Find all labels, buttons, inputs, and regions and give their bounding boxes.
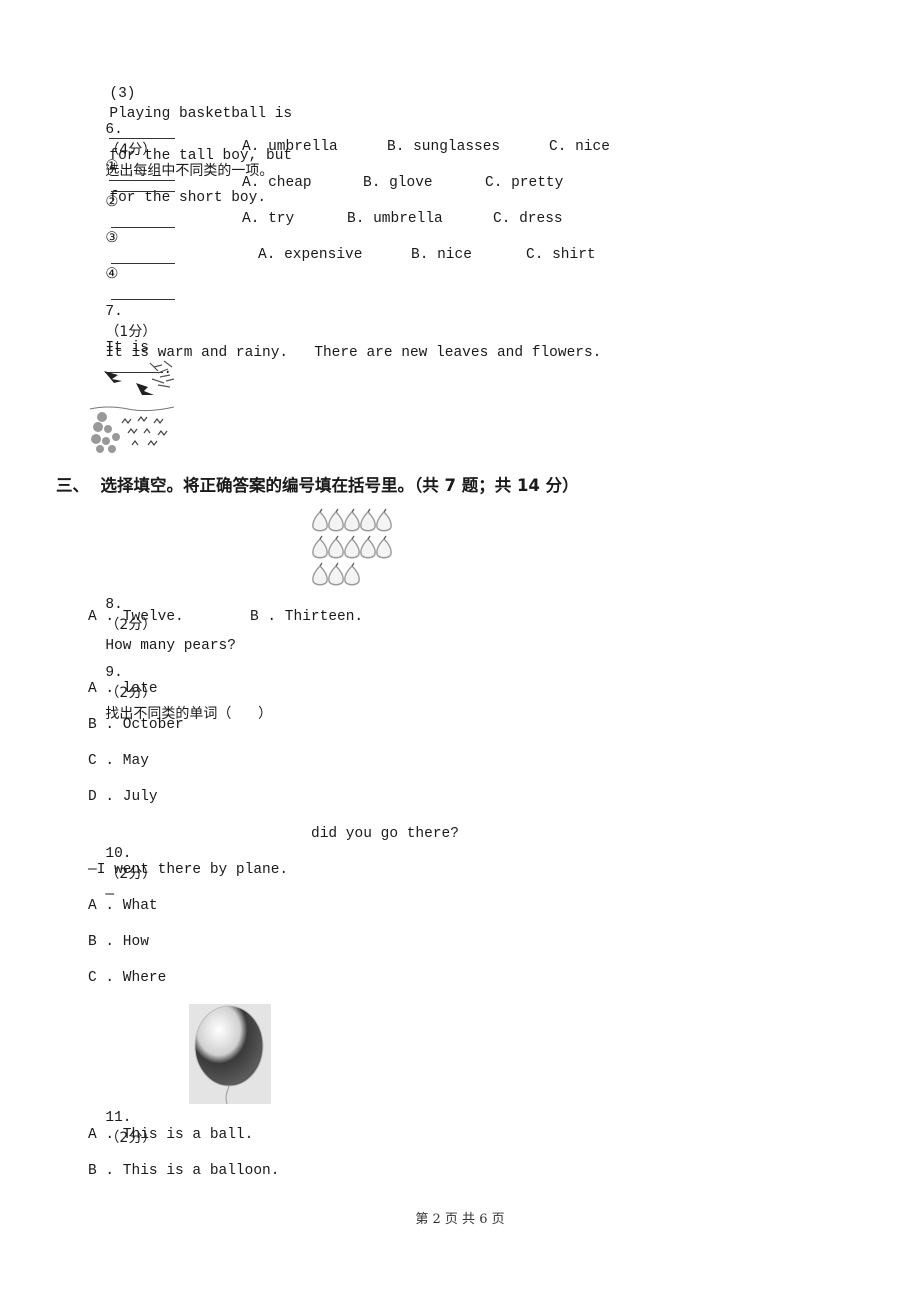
pear-icon (344, 562, 360, 586)
option-b[interactable]: B . October (88, 715, 184, 735)
pear-icon (344, 535, 360, 559)
option-a[interactable]: A . Twelve. (88, 607, 184, 627)
section-3-title: 三、 选择填空。将正确答案的编号填在括号里。（共 7 题；共 14 分） (56, 476, 579, 495)
page-number: 第 2 页 共 6 页 (415, 1212, 505, 1227)
option-b: B. nice (411, 247, 472, 263)
option-d[interactable]: D . July (88, 787, 158, 807)
pear-icon (360, 508, 376, 532)
option-a: A. try (242, 211, 295, 227)
pear-icon (312, 535, 328, 559)
question-text: did you go there? (311, 826, 459, 842)
option-a: A. expensive (258, 247, 363, 263)
option-a[interactable]: A . What (88, 896, 158, 916)
bird-icon (104, 371, 122, 383)
option-b[interactable]: B . Thirteen. (250, 607, 363, 627)
option-a[interactable]: A . late (88, 679, 158, 699)
option-c: C. dress (493, 211, 563, 227)
flowers-icon (91, 412, 120, 453)
option-b: B. sunglasses (387, 139, 501, 155)
option-c[interactable]: C . Where (88, 968, 166, 988)
option-c[interactable]: C . May (88, 751, 149, 771)
pear-icon (328, 535, 344, 559)
tree-branch-icon (149, 360, 175, 388)
option-a: A. umbrella (242, 139, 338, 155)
question-number: 11. (105, 1110, 132, 1126)
balloon-image (189, 1004, 271, 1105)
pear-icon (360, 535, 376, 559)
option-c: C. shirt (526, 247, 596, 263)
grass-line-icon (89, 406, 175, 412)
pears-image (312, 505, 402, 589)
group-marker: ④ (105, 267, 119, 283)
option-a: A. cheap (242, 175, 312, 191)
question-number: 6. (105, 122, 123, 138)
spring-scene-image (88, 357, 178, 455)
balloon-string-icon (225, 1085, 230, 1105)
pear-icon (344, 508, 360, 532)
option-c: C. pretty (485, 175, 564, 191)
pear-icon (312, 508, 328, 532)
pear-icon (328, 562, 344, 586)
answer-line: —I went there by plane. (88, 862, 289, 878)
question-text: It is warm and rainy. There are new leav… (105, 345, 602, 361)
option-a[interactable]: A . This is a ball. (88, 1125, 253, 1145)
pear-icon (328, 508, 344, 532)
bird-icon (136, 383, 154, 395)
pear-icon (376, 535, 392, 559)
answer-prefix: It is (105, 340, 149, 356)
pear-icon (376, 508, 392, 532)
option-c: C. nice (549, 139, 610, 155)
option-b[interactable]: B . This is a balloon. (88, 1161, 279, 1181)
grass-tufts-icon (121, 416, 168, 446)
option-b[interactable]: B . How (88, 932, 149, 952)
option-b: B. glove (363, 175, 433, 191)
option-b: B. umbrella (347, 211, 443, 227)
balloon-icon (194, 1005, 264, 1087)
pear-icon (312, 562, 328, 586)
